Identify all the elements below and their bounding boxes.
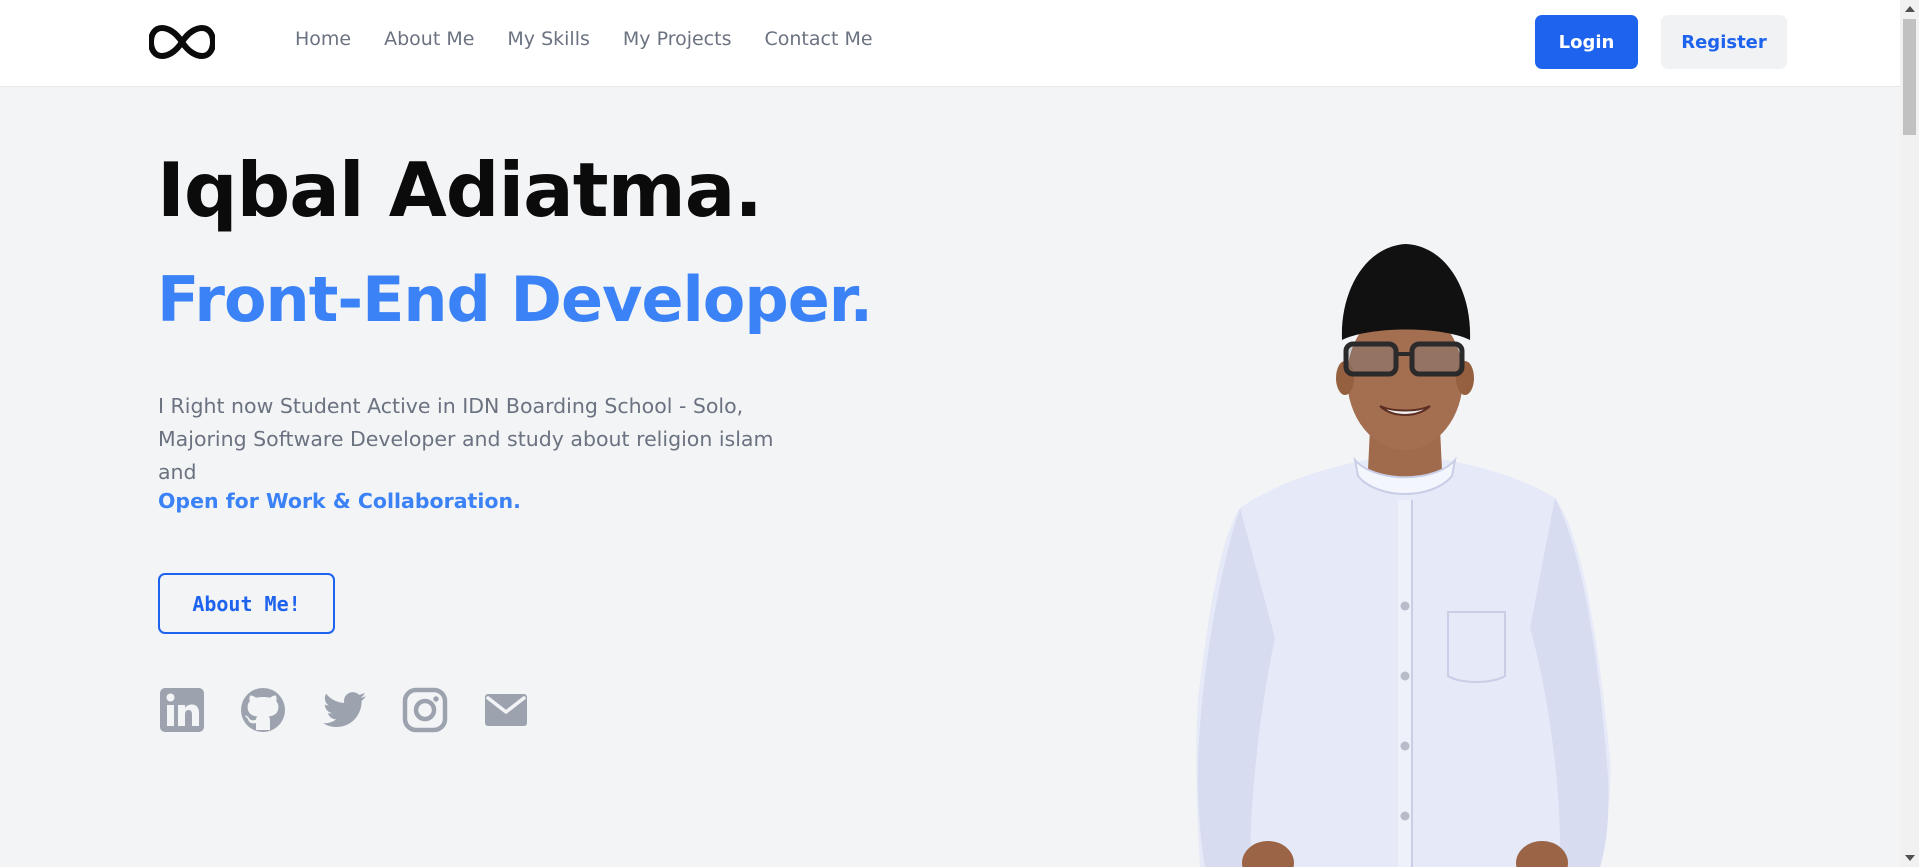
- page: Home About Me My Skills My Projects Cont…: [0, 0, 1919, 867]
- hero-description: I Right now Student Active in IDN Boardi…: [158, 394, 774, 484]
- vertical-scrollbar[interactable]: [1900, 0, 1919, 867]
- nav-link-my-projects[interactable]: My Projects: [623, 28, 732, 50]
- scroll-up-arrow-icon[interactable]: [1905, 6, 1915, 12]
- nav-link-about-me[interactable]: About Me: [384, 28, 474, 50]
- login-button[interactable]: Login: [1535, 15, 1638, 69]
- portrait-photo: [1180, 238, 1620, 867]
- github-icon[interactable]: [239, 686, 287, 734]
- infinity-logo-icon[interactable]: [148, 22, 216, 62]
- hero-cta-text: Open for Work & Collaboration.: [158, 489, 521, 513]
- about-me-button[interactable]: About Me!: [158, 573, 335, 634]
- nav-link-contact-me[interactable]: Contact Me: [764, 28, 872, 50]
- hero-role: Front-End Developer.: [157, 263, 873, 336]
- linkedin-icon[interactable]: [158, 686, 206, 734]
- register-button[interactable]: Register: [1661, 15, 1787, 69]
- nav-link-my-skills[interactable]: My Skills: [507, 28, 589, 50]
- instagram-icon[interactable]: [401, 686, 449, 734]
- navbar: Home About Me My Skills My Projects Cont…: [0, 0, 1900, 87]
- nav-link-home[interactable]: Home: [295, 28, 351, 50]
- email-icon[interactable]: [482, 686, 530, 734]
- scroll-down-arrow-icon[interactable]: [1905, 855, 1915, 861]
- hero-name: Iqbal Adiatma.: [157, 146, 763, 234]
- nav-links: Home About Me My Skills My Projects Cont…: [295, 28, 873, 50]
- twitter-icon[interactable]: [320, 686, 368, 734]
- scrollbar-thumb[interactable]: [1903, 19, 1916, 135]
